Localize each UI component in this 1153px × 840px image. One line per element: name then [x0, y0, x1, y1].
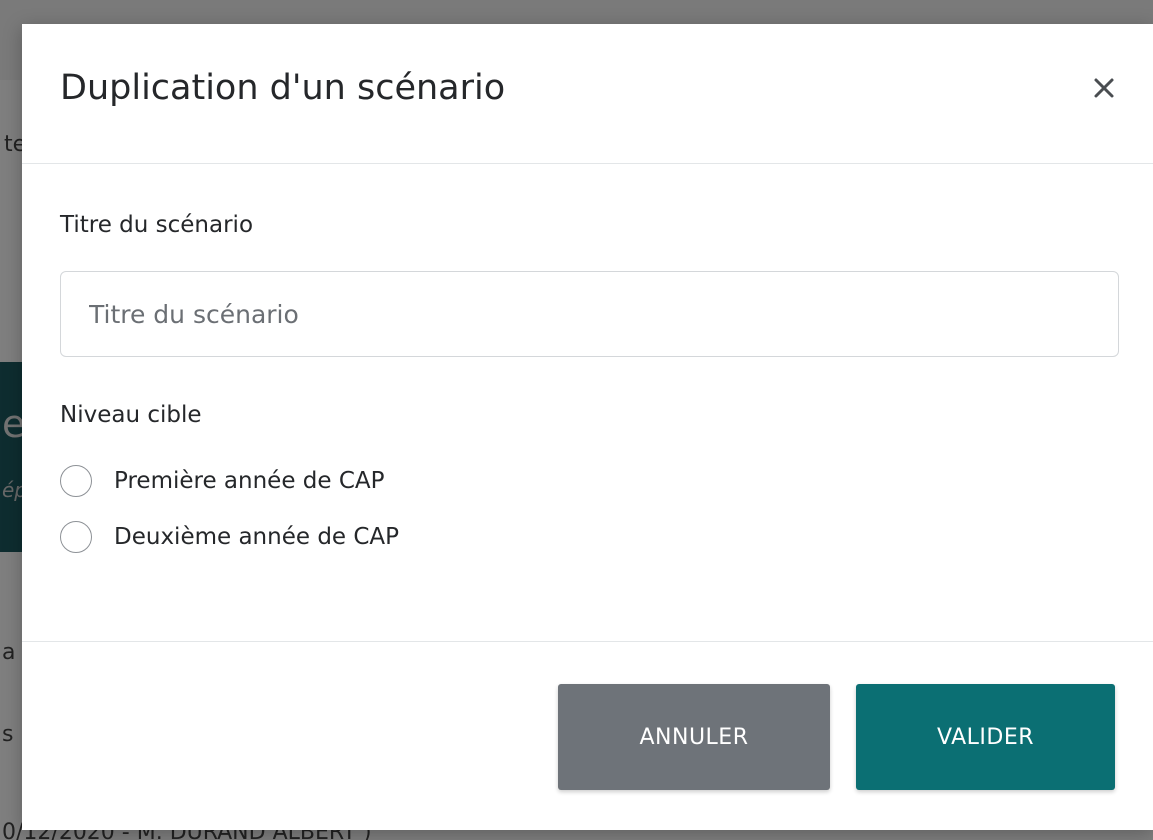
- target-level-label: Niveau cible: [60, 402, 202, 428]
- radio-option-second-year-cap[interactable]: Deuxième année de CAP: [60, 521, 399, 553]
- radio-button[interactable]: [60, 465, 92, 497]
- radio-option-label: Deuxième année de CAP: [114, 524, 400, 550]
- close-icon: [1094, 78, 1114, 98]
- scenario-title-input[interactable]: [60, 271, 1119, 357]
- footer-divider: [22, 641, 1153, 642]
- radio-option-first-year-cap[interactable]: Première année de CAP: [60, 465, 385, 497]
- radio-option-label: Première année de CAP: [114, 468, 385, 494]
- cancel-button[interactable]: ANNULER: [558, 684, 830, 790]
- modal-title: Duplication d'un scénario: [60, 68, 506, 108]
- duplicate-scenario-dialog: Duplication d'un scénario Titre du scéna…: [22, 24, 1153, 830]
- title-field-label: Titre du scénario: [60, 212, 254, 238]
- close-button[interactable]: [1084, 68, 1124, 108]
- radio-button[interactable]: [60, 521, 92, 553]
- validate-button[interactable]: VALIDER: [856, 684, 1115, 790]
- modal-header: Duplication d'un scénario: [22, 24, 1153, 164]
